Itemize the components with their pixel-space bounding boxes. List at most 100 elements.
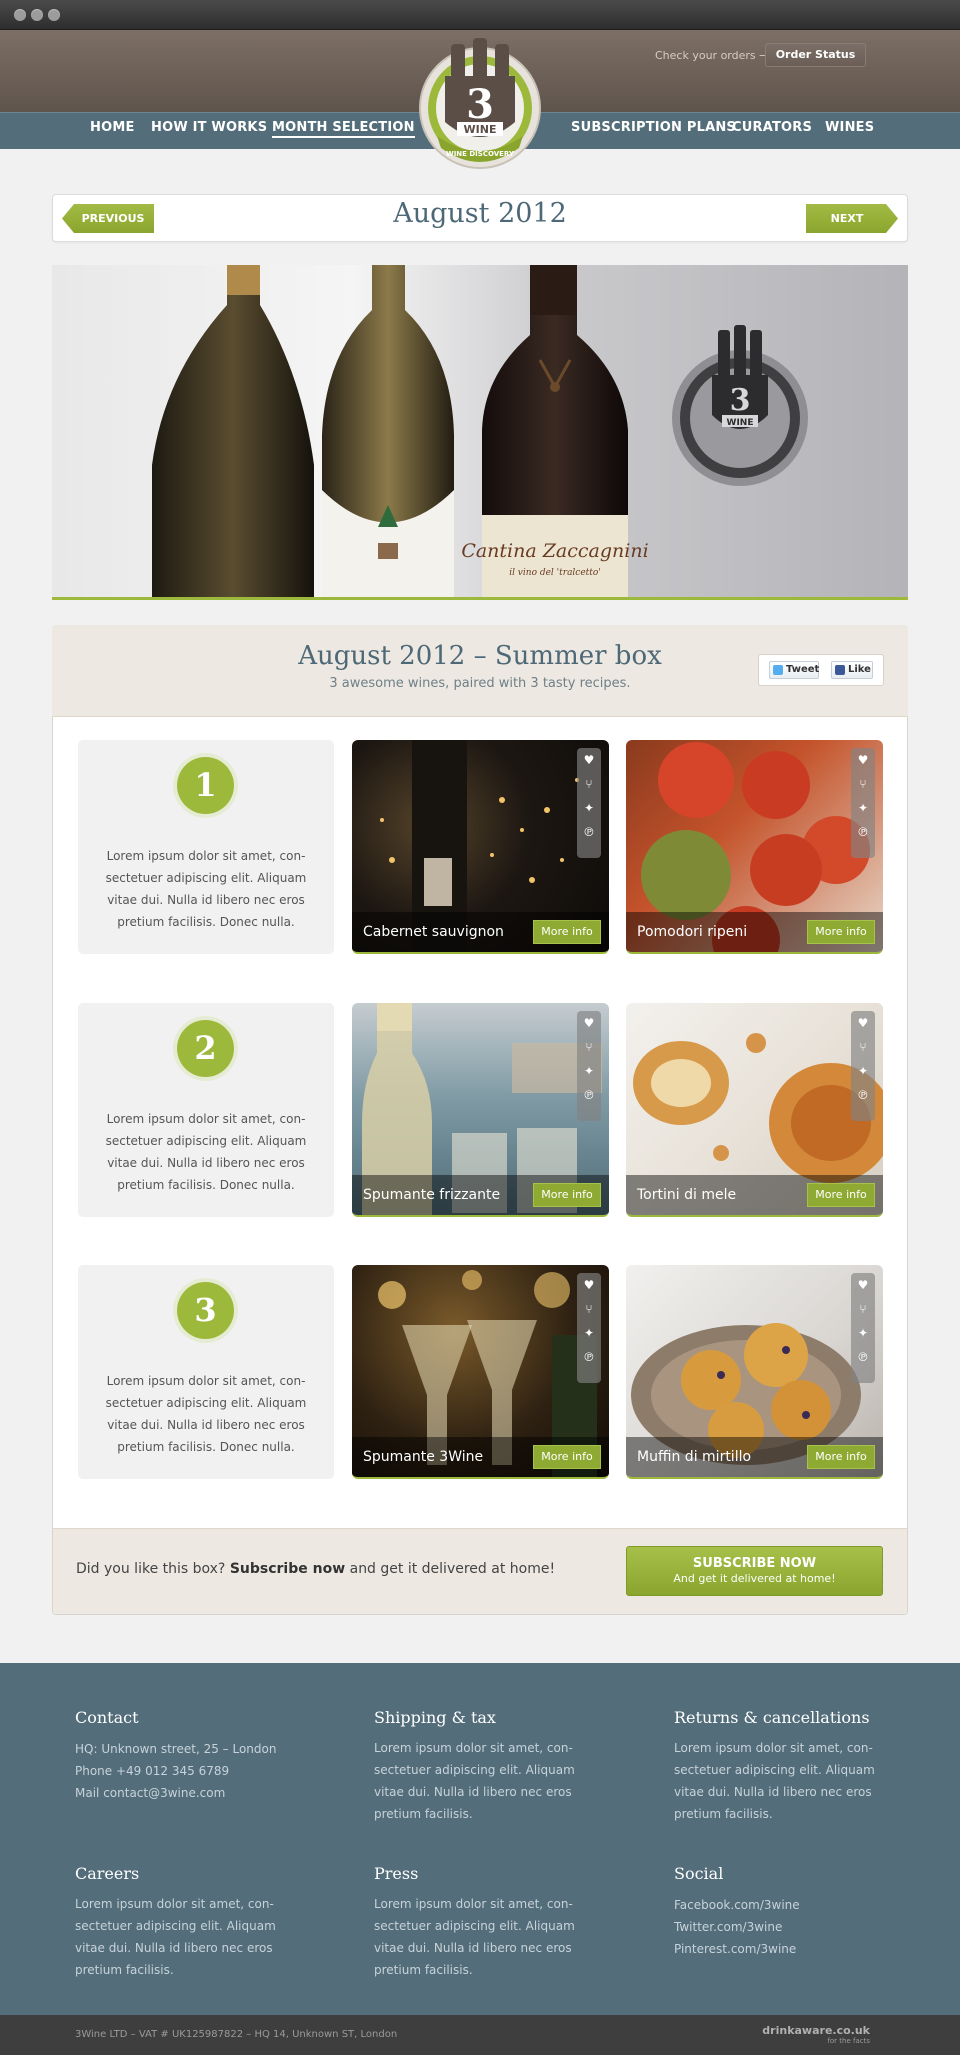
step-description-2: Lorem ipsum dolor sit amet, con-sectetue… [105, 1112, 307, 1192]
pinterest-icon[interactable]: ℗ [851, 1345, 875, 1369]
pinterest-icon[interactable]: ℗ [851, 820, 875, 844]
tile-action-icons: ♥ ⑂ ✦ ℗ [577, 1011, 601, 1121]
window-minimize-dot[interactable] [31, 9, 43, 21]
footer-returns-title: Returns & cancellations [674, 1708, 870, 1727]
footer-press-text: Lorem ipsum dolor sit amet, con-sectetue… [374, 1897, 575, 1977]
step-description-1: Lorem ipsum dolor sit amet, con-sectetue… [105, 849, 307, 929]
nav-wines[interactable]: WINES [825, 120, 874, 135]
heart-icon[interactable]: ♥ [851, 748, 875, 772]
wine-name-3: Spumante 3Wine [363, 1449, 484, 1465]
more-info-button[interactable]: More info [807, 1445, 875, 1469]
heart-icon[interactable]: ♥ [577, 1273, 601, 1297]
pinterest-icon[interactable]: ℗ [577, 820, 601, 844]
twitter-icon[interactable]: ✦ [577, 1059, 601, 1083]
fork-icon[interactable]: ⑂ [577, 772, 601, 796]
twitter-icon [773, 665, 783, 675]
subscribe-now-link[interactable]: Subscribe now [230, 1561, 345, 1577]
footer-social-pinterest[interactable]: Pinterest.com/3wine [674, 1942, 796, 1956]
hero-image: Cantina Zaccagnini il vino del 'tralcett… [52, 265, 908, 600]
subscribe-tail: and get it delivered at home! [349, 1561, 556, 1577]
month-title: August 2012 [393, 198, 567, 229]
footer-returns-text: Lorem ipsum dolor sit amet, con-sectetue… [674, 1741, 875, 1821]
food-name-3: Muffin di mirtillo [637, 1449, 752, 1465]
more-info-button[interactable]: More info [533, 1445, 601, 1469]
twitter-icon[interactable]: ✦ [577, 1321, 601, 1345]
footer-social-facebook[interactable]: Facebook.com/3wine [674, 1898, 800, 1912]
order-hint: Check your orders → [655, 49, 769, 62]
heart-icon[interactable]: ♥ [851, 1011, 875, 1035]
twitter-icon[interactable]: ✦ [851, 1059, 875, 1083]
heart-icon[interactable]: ♥ [577, 748, 601, 772]
subscribe-button-subtitle: And get it delivered at home! [673, 1572, 836, 1585]
twitter-icon[interactable]: ✦ [577, 796, 601, 820]
more-info-button[interactable]: More info [807, 920, 875, 944]
footer-shipping-text: Lorem ipsum dolor sit amet, con-sectetue… [374, 1741, 575, 1821]
window-titlebar [0, 0, 960, 30]
step-number-2: 2 [177, 1020, 234, 1077]
facebook-like-button[interactable]: Like [831, 661, 873, 679]
fork-icon[interactable]: ⑂ [577, 1297, 601, 1321]
wine-name-2: Spumante frizzante [363, 1187, 501, 1203]
subscribe-button-title: SUBSCRIBE NOW [692, 1556, 817, 1571]
footer-social-twitter[interactable]: Twitter.com/3wine [674, 1920, 782, 1934]
fork-icon[interactable]: ⑂ [851, 1035, 875, 1059]
subscribe-prompt: Did you like this box? Subscribe now and… [76, 1561, 555, 1577]
nav-curators[interactable]: CURATORS [732, 120, 812, 135]
heart-icon[interactable]: ♥ [577, 1011, 601, 1035]
like-label: Like [848, 664, 871, 675]
step-number-1: 1 [177, 757, 234, 814]
tile-action-icons: ♥ ⑂ ✦ ℗ [577, 1273, 601, 1383]
pinterest-icon[interactable]: ℗ [851, 1083, 875, 1107]
svg-text:WINE DISCOVERY: WINE DISCOVERY [446, 150, 515, 158]
nav-month-selection[interactable]: MONTH SELECTION [272, 120, 415, 138]
food-name-2: Tortini di mele [637, 1187, 737, 1203]
more-info-button[interactable]: More info [807, 1183, 875, 1207]
pinterest-icon[interactable]: ℗ [577, 1083, 601, 1107]
wine-tile-3[interactable]: ♥ ⑂ ✦ ℗ Spumante 3Wine More info [352, 1265, 609, 1479]
heart-icon[interactable]: ♥ [851, 1273, 875, 1297]
fork-icon[interactable]: ⑂ [851, 1297, 875, 1321]
svg-text:3: 3 [466, 81, 494, 128]
order-status-button[interactable]: Order Status [765, 43, 866, 67]
drinkaware-tagline: for the facts [827, 2037, 870, 2045]
footer-contact-title: Contact [75, 1708, 139, 1727]
drinkaware-logo[interactable]: drinkaware.co.uk for the facts [760, 2024, 870, 2045]
subscribe-lead: Did you like this box? [76, 1561, 226, 1577]
svg-text:3: 3 [730, 383, 751, 418]
footer-press-title: Press [374, 1864, 419, 1883]
fork-icon[interactable]: ⑂ [577, 1035, 601, 1059]
twitter-icon[interactable]: ✦ [851, 796, 875, 820]
more-info-button[interactable]: More info [533, 1183, 601, 1207]
nav-home[interactable]: HOME [90, 120, 135, 135]
tweet-button[interactable]: Tweet [769, 661, 819, 679]
more-info-button[interactable]: More info [533, 920, 601, 944]
subscribe-now-button[interactable]: SUBSCRIBE NOW And get it delivered at ho… [626, 1546, 883, 1596]
legal-text: 3Wine LTD – VAT # UK125987822 – HQ 14, U… [75, 2029, 398, 2040]
step-number-3: 3 [177, 1282, 234, 1339]
facebook-icon [835, 665, 845, 675]
wine-tile-2[interactable]: ♥ ⑂ ✦ ℗ Spumante frizzante More info [352, 1003, 609, 1217]
footer-social-title: Social [674, 1864, 724, 1883]
food-name-1: Pomodori ripeni [637, 924, 748, 940]
wine-tile-1[interactable]: ♥ ⑂ ✦ ℗ Cabernet sauvignon More info [352, 740, 609, 954]
pinterest-icon[interactable]: ℗ [577, 1345, 601, 1369]
footer-contact-mail[interactable]: Mail contact@3wine.com [75, 1786, 225, 1800]
next-month-button[interactable]: NEXT [806, 204, 898, 233]
footer-shipping-title: Shipping & tax [374, 1708, 496, 1727]
food-tile-2[interactable]: ♥ ⑂ ✦ ℗ Tortini di mele More info [626, 1003, 883, 1217]
brand-logo[interactable]: 3 WINE WINE DISCOVERY [413, 34, 547, 174]
svg-text:WINE: WINE [464, 123, 497, 136]
food-tile-3[interactable]: ♥ ⑂ ✦ ℗ Muffin di mirtillo More info [626, 1265, 883, 1479]
wine-name-1: Cabernet sauvignon [363, 924, 504, 940]
step-description-3: Lorem ipsum dolor sit amet, con-sectetue… [105, 1374, 307, 1454]
svg-text:WINE: WINE [727, 418, 754, 428]
twitter-icon[interactable]: ✦ [851, 1321, 875, 1345]
window-close-dot[interactable] [14, 9, 26, 21]
tweet-label: Tweet [786, 664, 820, 675]
fork-icon[interactable]: ⑂ [851, 772, 875, 796]
tile-action-icons: ♥ ⑂ ✦ ℗ [851, 1011, 875, 1121]
nav-how-it-works[interactable]: HOW IT WORKS [151, 120, 267, 135]
food-tile-1[interactable]: ♥ ⑂ ✦ ℗ Pomodori ripeni More info [626, 740, 883, 954]
window-maximize-dot[interactable] [48, 9, 60, 21]
nav-subscription-plans[interactable]: SUBSCRIPTION PLANS [571, 120, 736, 135]
